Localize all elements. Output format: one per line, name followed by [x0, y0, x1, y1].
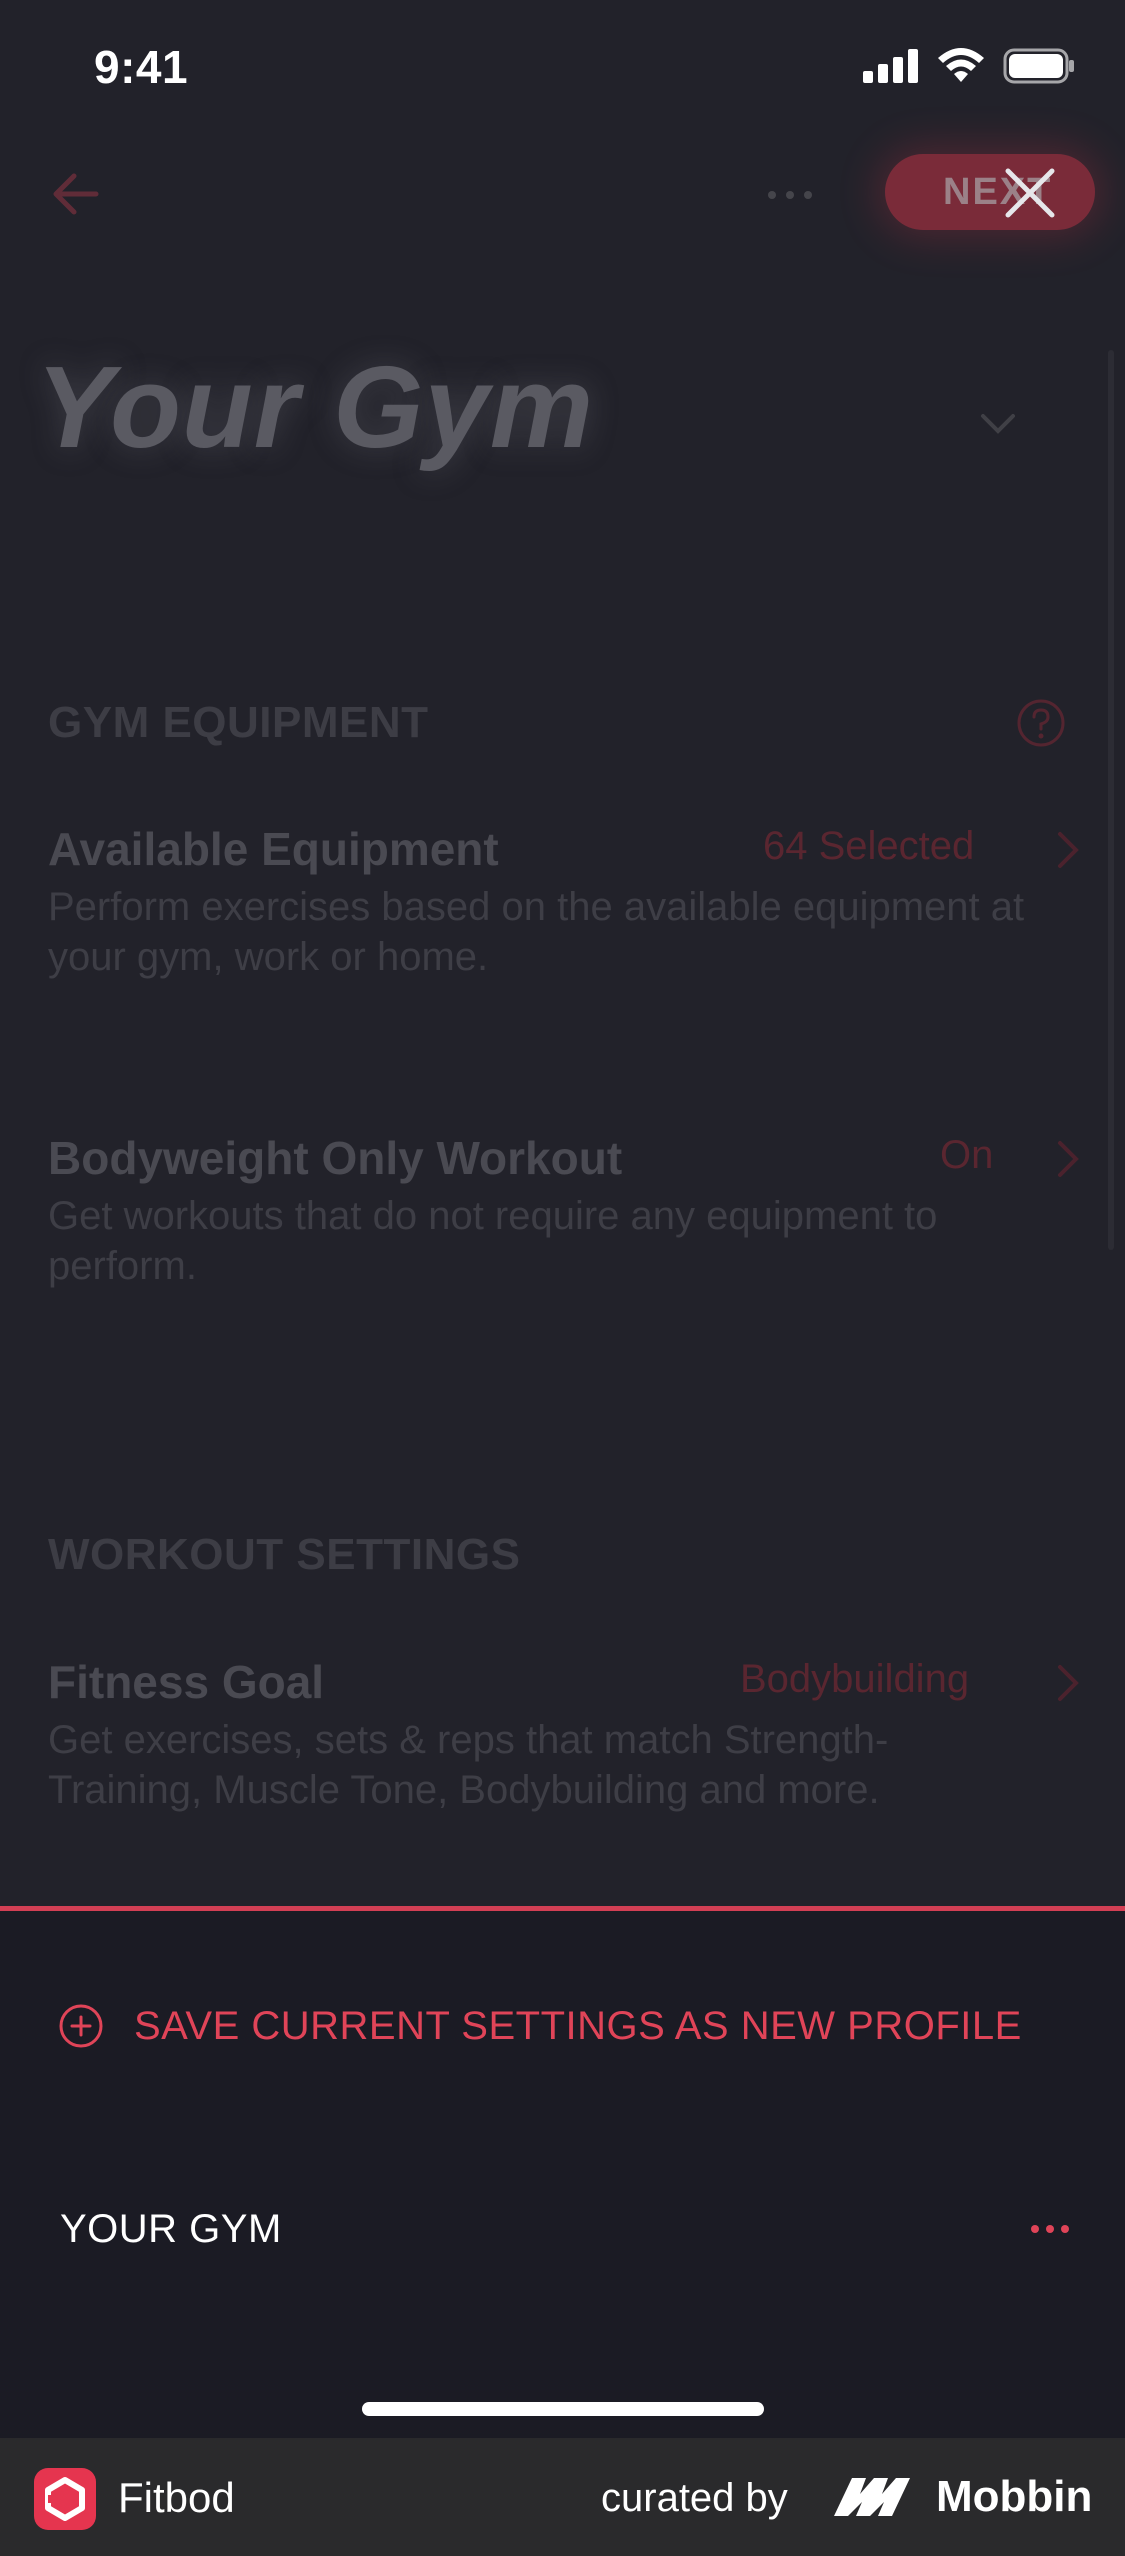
- more-options-icon[interactable]: [760, 180, 820, 210]
- status-time: 9:41: [94, 41, 189, 93]
- save-profile-button[interactable]: SAVE CURRENT SETTINGS AS NEW PROFILE: [58, 2003, 1022, 2049]
- setting-value: On: [940, 1133, 994, 1177]
- top-navigation: NEXT: [0, 140, 1125, 300]
- profile-name: YOUR GYM: [60, 2207, 282, 2251]
- chevron-right-icon: [1058, 1141, 1079, 1177]
- cellular-signal-icon: [863, 49, 918, 83]
- setting-title: Bodyweight Only Workout: [48, 1132, 623, 1184]
- save-profile-label: SAVE CURRENT SETTINGS AS NEW PROFILE: [134, 2003, 1022, 2048]
- section-header-workout-settings: WORKOUT SETTINGS: [48, 1530, 521, 1579]
- close-icon[interactable]: [1000, 163, 1060, 223]
- attribution-footer: Fitbod curated by Mobbin: [0, 2438, 1125, 2556]
- next-button[interactable]: NEXT: [885, 154, 1095, 230]
- mobbin-brand-name: Mobbin: [936, 2472, 1093, 2521]
- setting-value: 64 Selected: [763, 824, 975, 868]
- help-icon[interactable]: [1015, 697, 1067, 749]
- setting-value: Bodybuilding: [740, 1657, 970, 1701]
- setting-row-bodyweight-only[interactable]: Bodyweight Only Workout Get workouts tha…: [48, 1131, 1079, 1291]
- gym-title-container: Your Gym: [36, 340, 594, 474]
- status-icons: [863, 48, 1075, 84]
- curated-by-label: curated by: [601, 2476, 788, 2520]
- setting-row-fitness-goal[interactable]: Fitness Goal Get exercises, sets & reps …: [48, 1655, 1079, 1815]
- back-arrow-icon[interactable]: [44, 162, 108, 226]
- profile-item[interactable]: YOUR GYM: [60, 2207, 1070, 2267]
- settings-screen: 9:41 NEXT Your Gym GYM EQUIPMENT Availab…: [0, 0, 1125, 1906]
- chevron-right-icon: [1058, 832, 1079, 868]
- wifi-icon: [938, 48, 984, 82]
- scrollbar[interactable]: [1108, 350, 1114, 1250]
- page-title[interactable]: Your Gym: [36, 340, 594, 474]
- setting-description: Get workouts that do not require any equ…: [48, 1194, 938, 1288]
- status-bar: 9:41: [0, 0, 1125, 140]
- plus-circle-icon: [59, 2004, 103, 2048]
- home-indicator[interactable]: [362, 2402, 764, 2416]
- setting-description: Perform exercises based on the available…: [48, 885, 1025, 979]
- setting-description: Get exercises, sets & reps that match St…: [48, 1718, 889, 1812]
- setting-row-available-equipment[interactable]: Available Equipment Perform exercises ba…: [48, 822, 1079, 982]
- section-header-gym-equipment: GYM EQUIPMENT: [48, 698, 429, 747]
- chevron-down-icon[interactable]: [975, 400, 1021, 446]
- fitbod-logo-icon: [34, 2468, 96, 2530]
- more-horizontal-icon[interactable]: [1030, 2219, 1070, 2239]
- profile-bottom-sheet: SAVE CURRENT SETTINGS AS NEW PROFILE YOU…: [0, 1906, 1125, 2438]
- battery-icon: [1003, 48, 1074, 84]
- chevron-right-icon: [1058, 1665, 1079, 1701]
- app-name: Fitbod: [118, 2474, 235, 2521]
- mobbin-logo-icon: [834, 2478, 910, 2516]
